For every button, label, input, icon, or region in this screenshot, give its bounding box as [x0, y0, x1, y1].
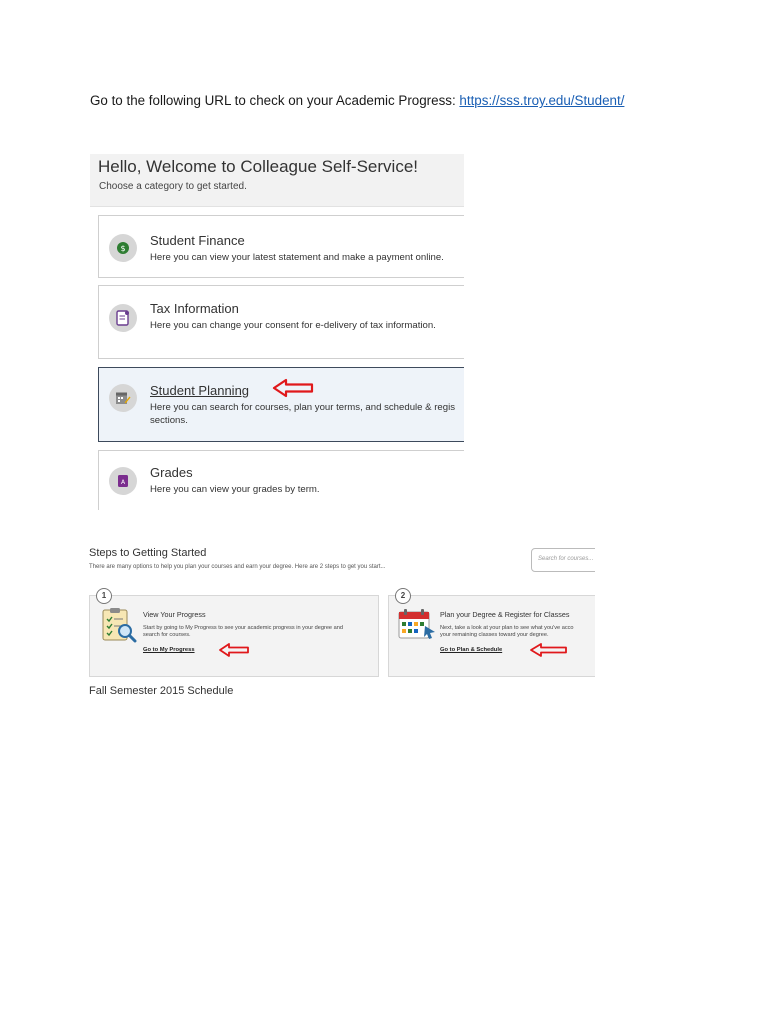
- intro-line: Go to the following URL to check on your…: [90, 93, 624, 108]
- welcome-header: Hello, Welcome to Colleague Self-Service…: [90, 154, 464, 207]
- category-title: Tax Information: [150, 301, 239, 316]
- step1-badge: 1: [96, 588, 112, 604]
- welcome-subtitle: Choose a category to get started.: [99, 181, 247, 192]
- welcome-title: Hello, Welcome to Colleague Self-Service…: [98, 157, 418, 176]
- red-arrow-icon: [219, 643, 249, 657]
- document-icon: [109, 304, 137, 332]
- course-search-input[interactable]: Search for courses...: [531, 548, 595, 572]
- progress-checklist-icon: [102, 608, 137, 643]
- step1-title: View Your Progress: [143, 610, 206, 619]
- calendar-plan-icon: [398, 609, 435, 639]
- steps-screenshot: Steps to Getting Started There are many …: [88, 543, 595, 683]
- self-service-screenshot: Hello, Welcome to Colleague Self-Service…: [90, 154, 464, 510]
- go-to-my-progress-link[interactable]: Go to My Progress: [143, 647, 195, 653]
- red-arrow-icon: [272, 378, 314, 398]
- caption-text: Fall Semester 2015 Schedule: [89, 685, 234, 697]
- category-tax-information[interactable]: Tax Information Here you can change your…: [98, 285, 464, 359]
- category-grades[interactable]: A Grades Here you can view your grades b…: [98, 450, 464, 510]
- step2-description-line1: Next, take a look at your plan to see wh…: [440, 625, 574, 631]
- steps-title: Steps to Getting Started: [89, 547, 207, 559]
- category-description-line1: Here you can search for courses, plan yo…: [150, 402, 456, 413]
- svg-text:$: $: [120, 244, 125, 253]
- category-description-line2: sections.: [150, 415, 188, 426]
- category-description: Here you can change your consent for e-d…: [150, 320, 436, 331]
- dollar-icon: $: [109, 234, 137, 262]
- category-student-finance[interactable]: $ Student Finance Here you can view your…: [98, 215, 464, 278]
- category-title: Student Finance: [150, 233, 245, 248]
- go-to-plan-and-schedule-link[interactable]: Go to Plan & Schedule: [440, 647, 502, 653]
- step2-description-line2: your remaining classes toward your degre…: [440, 632, 549, 638]
- step1-description-line1: Start by going to My Progress to see you…: [143, 625, 343, 631]
- red-arrow-icon: [530, 643, 567, 657]
- intro-text: Go to the following URL to check on your…: [90, 93, 460, 108]
- category-description: Here you can view your grades by term.: [150, 484, 320, 495]
- category-description: Here you can view your latest statement …: [150, 252, 444, 263]
- step1-description-line2: search for courses.: [143, 632, 191, 638]
- steps-subtitle: There are many options to help you plan …: [89, 564, 386, 570]
- calendar-edit-icon: [109, 384, 137, 412]
- step2-title: Plan your Degree & Register for Classes: [440, 610, 570, 619]
- step2-badge: 2: [395, 588, 411, 604]
- student-planning-link[interactable]: Student Planning: [150, 383, 249, 398]
- step1-panel: View Your Progress Start by going to My …: [89, 595, 379, 677]
- category-title: Grades: [150, 465, 193, 480]
- grades-icon: A: [109, 467, 137, 495]
- academic-progress-url-link[interactable]: https://sss.troy.edu/Student/: [459, 93, 624, 108]
- step2-panel: Plan your Degree & Register for Classes …: [388, 595, 595, 677]
